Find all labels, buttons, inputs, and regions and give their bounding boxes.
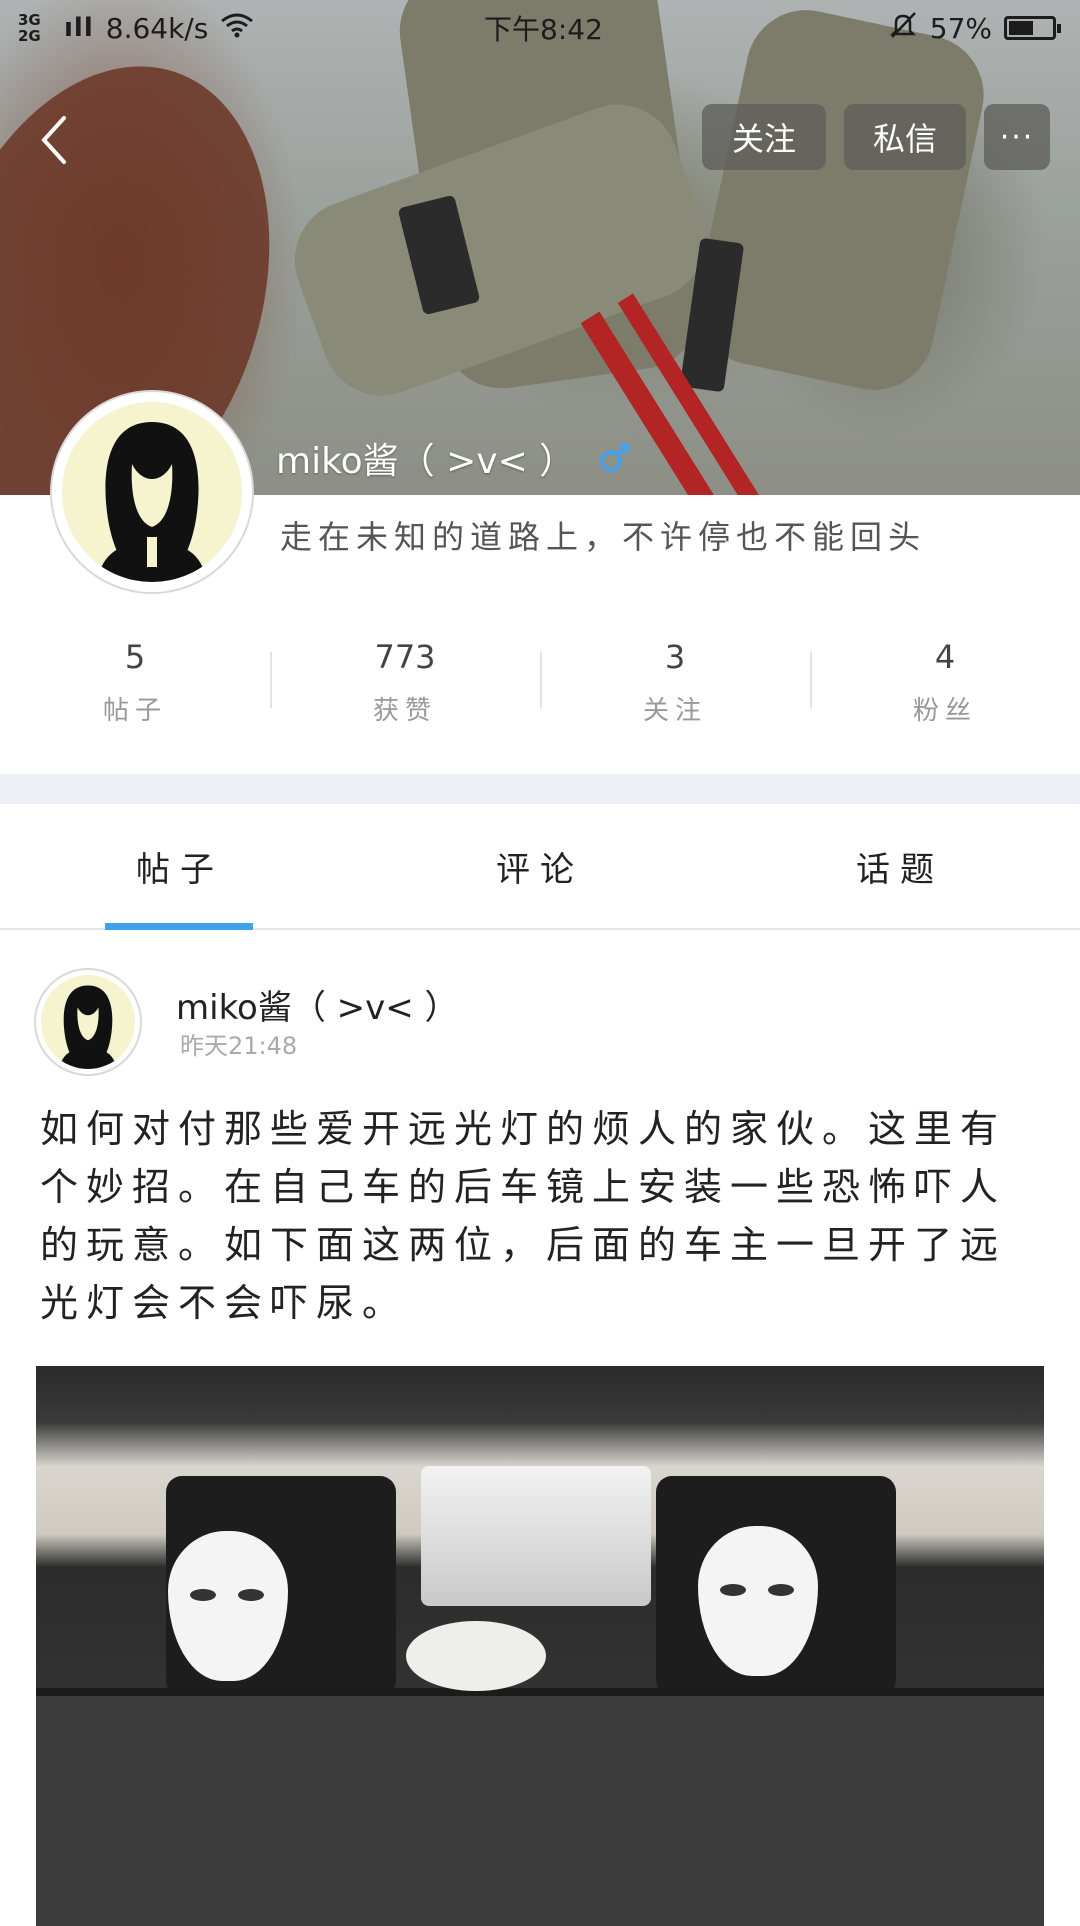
message-button[interactable]: 私信 [844,104,966,170]
battery-percent: 57% [929,11,992,45]
back-icon [41,116,66,164]
header-actions: 关注 私信 ··· [702,104,1050,170]
network-speed: 8.64k/s [105,11,209,45]
mute-bell-icon [888,10,918,47]
stat-value: 3 [664,637,686,676]
post-author-avatar[interactable] [36,970,140,1074]
profile-username-row: miko酱（ >v< ） ♂ [276,432,631,484]
profile-tabs: 帖子 评论 话题 [0,804,1080,930]
post-image[interactable] [36,1366,1044,1926]
battery-icon [1004,16,1061,40]
follow-button[interactable]: 关注 [702,104,826,170]
back-button[interactable] [22,108,86,172]
profile-avatar[interactable] [52,392,252,592]
stat-following[interactable]: 3 关注 [540,622,810,742]
stat-followers[interactable]: 4 粉丝 [810,622,1080,742]
stat-likes[interactable]: 773 获赞 [270,622,540,742]
stat-label: 帖子 [102,695,167,726]
stat-label: 获赞 [372,695,437,726]
stat-label: 粉丝 [912,695,977,726]
stat-value: 5 [124,637,146,676]
section-divider [0,774,1080,804]
stat-value: 773 [374,637,436,676]
status-time: 下午8:42 [484,13,603,46]
avatar-silhouette [59,985,117,1069]
profile-bio: 走在未知的道路上，不许停也不能回头 [280,518,927,556]
male-icon: ♂ [597,436,632,480]
profile-username: miko酱（ >v< ） [276,441,576,482]
image-shelf [36,1696,1044,1926]
profile-stats: 5 帖子 773 获赞 3 关注 4 粉丝 [0,622,1080,742]
stat-posts[interactable]: 5 帖子 [0,622,270,742]
stat-label: 关注 [642,695,707,726]
post-body-text: 如何对付那些爱开远光灯的烦人的家伙。这里有个妙招。在自己车的后车镜上安装一些恐怖… [40,1107,1007,1325]
status-bar: 3G 2G ıll 8.64k/s 下午8:42 57% [0,0,1080,56]
status-left: 3G 2G ıll 8.64k/s [18,12,254,45]
post-timestamp: 昨天21:48 [180,1032,298,1060]
avatar-silhouette [97,422,207,582]
stat-value: 4 [934,637,956,676]
image-plush-toy [406,1621,546,1691]
tab-posts[interactable]: 帖子 [0,804,360,930]
post-author-name[interactable]: miko酱（ >v< ） [176,980,459,1029]
battery-level [1009,21,1033,35]
network-type: 3G 2G [18,11,41,45]
status-right: 57% [888,10,1062,47]
more-button[interactable]: ··· [984,104,1050,170]
more-icon: ··· [999,119,1035,155]
tab-topics[interactable]: 话题 [720,804,1080,928]
signal-icon: ıll [64,13,94,43]
tab-comments[interactable]: 评论 [360,804,720,928]
image-car-windshield [421,1466,651,1606]
wifi-icon [220,12,254,45]
